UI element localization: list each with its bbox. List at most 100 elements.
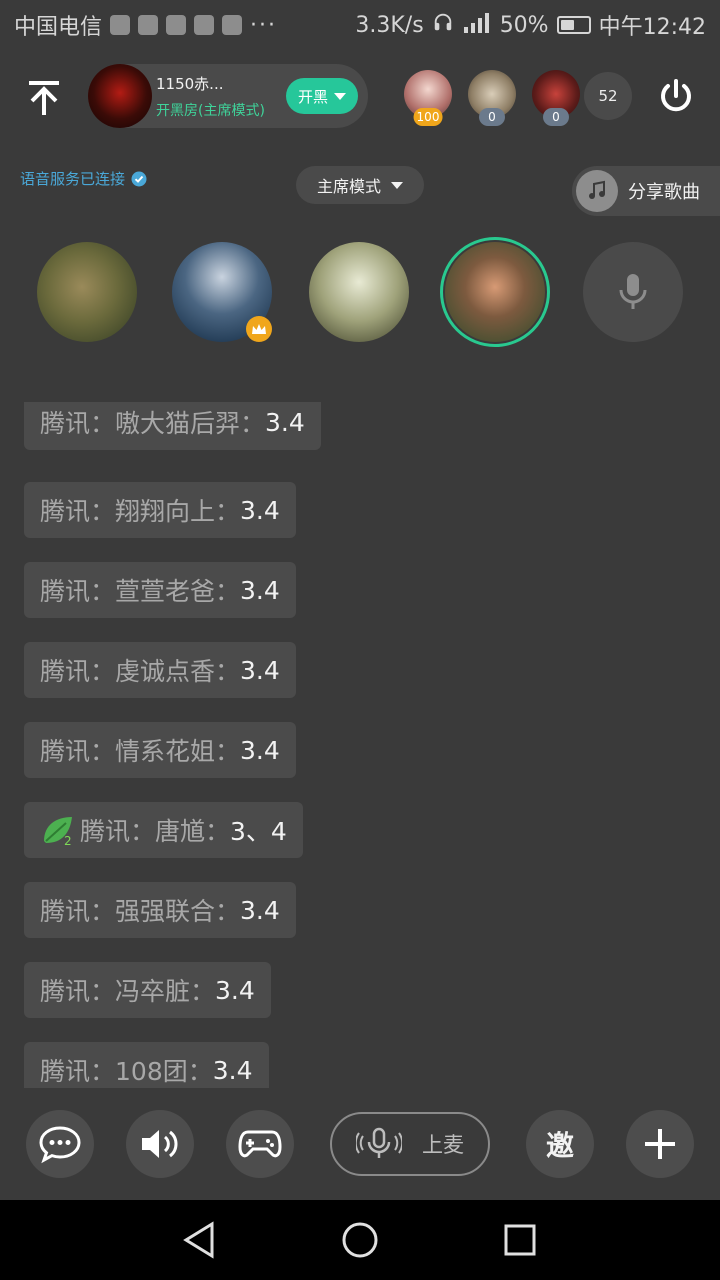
- battery-percent: 50%: [499, 12, 549, 38]
- message-user: 强强联合：: [115, 897, 241, 926]
- listener-badge: 100: [413, 108, 443, 126]
- speaker-button[interactable]: [126, 1110, 194, 1178]
- chat-message: 腾讯： 翔翔向上： 3.4: [24, 482, 296, 538]
- message-sender: 腾讯：: [40, 657, 116, 686]
- room-info-card[interactable]: 1150赤... 开黑房(主席模式) 开黑: [88, 64, 368, 128]
- join-mic-button[interactable]: 上麦: [330, 1112, 490, 1176]
- mode-selector[interactable]: 主席模式: [296, 166, 424, 204]
- open-mode-button[interactable]: 开黑: [286, 78, 358, 114]
- message-text: 3.4: [240, 575, 280, 605]
- open-mode-label: 开黑: [297, 87, 328, 106]
- room-header: 1150赤... 开黑房(主席模式) 开黑 100 0 0 52: [0, 60, 720, 132]
- power-icon: [661, 79, 691, 112]
- chat-list[interactable]: 腾讯： 嗷大猫后羿： 3.4 腾讯： 翔翔向上： 3.4 腾讯： 萱萱老爸： 3…: [0, 402, 720, 1088]
- message-text: 3.4: [240, 495, 280, 525]
- voice-status: 语音服务已连接: [20, 168, 147, 189]
- listener-avatars: 100 0 0: [404, 70, 580, 126]
- music-note-icon: [576, 170, 618, 212]
- share-song-button[interactable]: 分享歌曲: [572, 166, 720, 216]
- invite-label: 邀: [545, 1129, 574, 1162]
- gamepad-icon: [238, 1130, 282, 1158]
- chat-message: 腾讯： 冯卒脏： 3.4: [24, 962, 271, 1018]
- chevron-down-icon: [391, 181, 403, 189]
- message-text: 3.4: [212, 1055, 253, 1085]
- clock: 中午12:42: [598, 15, 706, 40]
- empty-mic-seat[interactable]: [583, 242, 683, 342]
- message-sender: 腾讯：: [40, 737, 116, 766]
- back-triangle-icon: [183, 1221, 214, 1259]
- message-user: 萱萱老爸：: [115, 577, 241, 606]
- message-text: 3.4: [240, 655, 280, 685]
- mic-seats: [37, 237, 697, 352]
- room-subtitle: 开黑房(主席模式): [156, 102, 265, 119]
- microphone-icon: [356, 1127, 402, 1158]
- microphone-icon: [619, 274, 647, 309]
- plus-icon: [645, 1129, 675, 1159]
- more-button[interactable]: [626, 1110, 694, 1178]
- carrier-label: 中国电信: [14, 15, 103, 40]
- nav-back-button[interactable]: [180, 1220, 220, 1260]
- message-sender: 腾讯：: [40, 409, 116, 438]
- message-sender: 腾讯：: [40, 897, 116, 926]
- mic-seat-avatar[interactable]: [172, 242, 272, 342]
- battery-icon: [556, 16, 591, 34]
- voice-status-label: 语音服务已连接: [20, 170, 126, 188]
- minimize-room-button[interactable]: [20, 74, 68, 122]
- mic-seat-avatar-speaking[interactable]: [440, 237, 550, 347]
- recents-square-icon: [504, 1224, 536, 1256]
- game-button[interactable]: [226, 1110, 294, 1178]
- listener-count[interactable]: 52: [584, 72, 632, 120]
- mode-label: 主席模式: [316, 177, 381, 196]
- listener-badge: 0: [479, 108, 505, 126]
- message-user: 情系花姐：: [115, 737, 241, 766]
- signal-icon: [462, 11, 492, 39]
- home-circle-icon: [342, 1222, 378, 1258]
- listener-avatar[interactable]: 100: [404, 70, 452, 126]
- message-text: 3.4: [265, 407, 305, 437]
- message-sender: 腾讯：: [40, 977, 116, 1006]
- crown-icon: [246, 316, 272, 342]
- browser-icon: [194, 15, 215, 35]
- upload-icon: [110, 15, 131, 35]
- mic-seat-avatar[interactable]: [37, 242, 137, 342]
- chat-message: 腾讯： 情系花姐： 3.4: [24, 722, 296, 778]
- message-text: 3.4: [240, 895, 280, 925]
- app-icon: [222, 15, 243, 35]
- message-text: 3、4: [230, 817, 287, 846]
- room-avatar: [88, 64, 152, 128]
- speaking-ring: [440, 237, 550, 347]
- chat-message: 2 腾讯： 唐馗： 3、4: [24, 802, 303, 858]
- chat-message: 腾讯： 108团： 3.4: [24, 1042, 269, 1088]
- more-icon: ···: [250, 12, 277, 38]
- wechat-icon: [138, 15, 159, 35]
- room-name: 1150赤...: [156, 74, 224, 93]
- network-speed: 3.3K/s: [355, 12, 424, 38]
- message-sender: 腾讯：: [80, 817, 156, 846]
- share-song-label: 分享歌曲: [628, 182, 700, 203]
- invite-button[interactable]: 邀: [526, 1110, 594, 1178]
- listener-avatar[interactable]: 0: [532, 70, 580, 126]
- chat-message: 腾讯： 虔诚点香： 3.4: [24, 642, 296, 698]
- message-sender: 腾讯：: [40, 1057, 116, 1086]
- bottom-action-bar: 上麦 邀: [0, 1100, 720, 1200]
- message-user: 唐馗：: [155, 817, 231, 846]
- mic-seat-avatar[interactable]: [309, 242, 409, 342]
- message-text: 3.4: [240, 735, 280, 765]
- message-user: 翔翔向上：: [115, 497, 241, 526]
- message-user: 嗷大猫后羿：: [115, 409, 266, 438]
- listener-avatar[interactable]: 0: [468, 70, 516, 126]
- nav-recents-button[interactable]: [500, 1220, 540, 1260]
- svg-text:2: 2: [64, 834, 72, 847]
- exit-room-button[interactable]: [652, 72, 700, 120]
- message-sender: 腾讯：: [40, 497, 116, 526]
- chat-message: 腾讯： 嗷大猫后羿： 3.4: [24, 402, 321, 450]
- listener-badge: 0: [543, 108, 569, 126]
- nav-home-button[interactable]: [340, 1220, 380, 1260]
- chat-button[interactable]: [26, 1110, 94, 1178]
- speaker-icon: [142, 1130, 178, 1158]
- message-user: 虔诚点香：: [115, 657, 241, 686]
- app-icon: [166, 15, 187, 35]
- status-bar: 中国电信 ··· 3.3K/s 50% 中午12:42: [0, 0, 720, 50]
- message-user: 108团：: [115, 1057, 213, 1086]
- system-nav-bar: [0, 1200, 720, 1280]
